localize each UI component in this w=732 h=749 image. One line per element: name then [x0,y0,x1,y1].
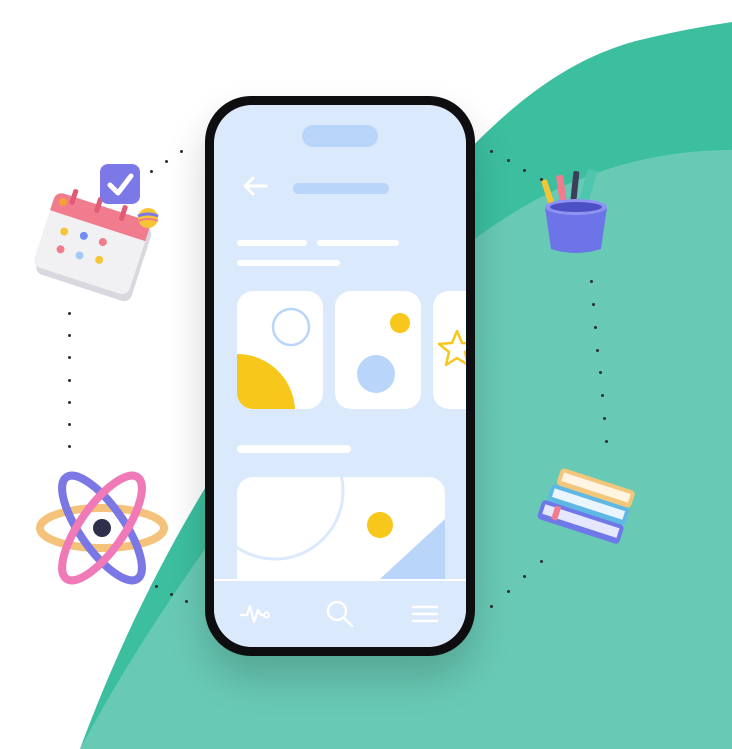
section-heading-placeholder [237,445,351,453]
image-placeholder-icon [237,477,445,589]
media-card[interactable] [433,291,466,409]
connector-dot [506,590,510,593]
books-icon [537,468,635,544]
connector-dot [540,560,543,563]
connector-dot [490,605,493,608]
tab-menu[interactable] [408,597,442,631]
arrow-left-icon [243,176,268,196]
hamburger-menu-icon [411,605,439,623]
connector-dot [68,378,71,382]
image-placeholder-icon [237,307,311,409]
connector-dot [605,440,608,443]
phone-frame [205,96,475,656]
connector-dot [68,445,71,448]
header-title-placeholder [293,183,389,194]
calendar-icon [34,164,159,302]
connector-dot [68,422,71,426]
star-icon [437,329,466,367]
pencil-cup-icon [541,169,607,253]
tab-search[interactable] [323,597,357,631]
connector-dot [68,312,71,315]
connector-dot [170,592,173,596]
media-card[interactable] [335,291,421,409]
search-icon [326,600,354,628]
connector-dot [68,400,71,404]
text-line-placeholder [317,240,399,246]
back-button[interactable] [240,171,270,201]
feature-card[interactable] [237,477,445,589]
tab-activity[interactable] [238,597,272,631]
connector-dot [590,280,593,283]
bottom-tab-bar [214,579,466,647]
connector-dot [185,600,188,603]
phone-screen [214,105,466,647]
connector-dot [592,302,596,306]
connector-dot [602,417,606,421]
connector-dot [490,150,493,153]
text-line-placeholder [237,260,340,266]
phone-notch [302,125,378,147]
text-line-placeholder [237,240,307,246]
media-card[interactable] [237,291,323,409]
connector-dot [165,160,168,163]
atom-icon [36,471,168,585]
activity-pulse-icon [239,604,270,624]
image-placeholder-icon [357,313,410,393]
connector-dot [180,150,183,153]
